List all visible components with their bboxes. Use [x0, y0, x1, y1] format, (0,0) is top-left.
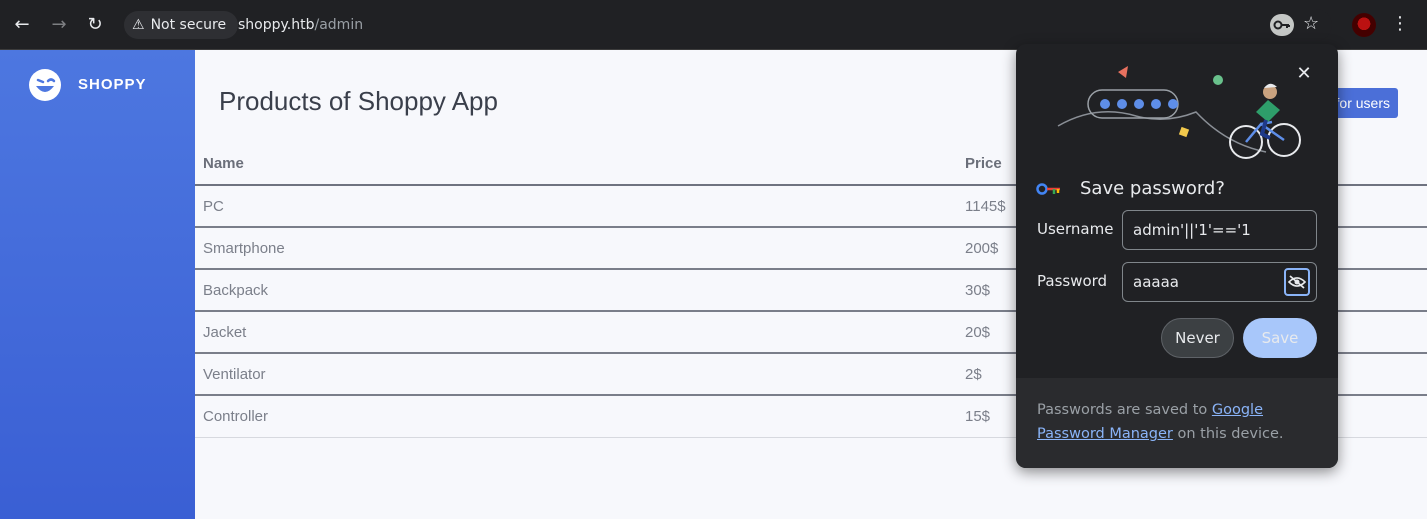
reload-icon[interactable]: ↻ [83, 13, 107, 37]
footer-text-suffix: on this device. [1172, 426, 1284, 442]
product-name: Jacket [195, 311, 957, 354]
page-title: Products of Shoppy App [219, 86, 498, 116]
logo-icon [29, 69, 61, 101]
column-header-name: Name [195, 142, 957, 186]
url-path: /admin [314, 17, 364, 33]
url-text[interactable]: shoppy.htb/admin [238, 9, 363, 41]
dialog-title: Save password? [1080, 178, 1225, 199]
username-label: Username [1037, 220, 1114, 238]
sidebar: SHOPPY [0, 50, 195, 519]
address-bar[interactable]: ⚠ Not secure shoppy.htb/admin [122, 9, 1332, 41]
star-icon[interactable]: ☆ [1303, 12, 1319, 36]
product-name: Backpack [195, 269, 957, 312]
product-name: Smartphone [195, 227, 957, 270]
password-field[interactable]: aaaaa [1122, 262, 1317, 302]
profile-avatar[interactable] [1352, 13, 1376, 37]
username-value: admin'||'1'=='1 [1133, 221, 1251, 239]
product-name: PC [195, 185, 957, 228]
save-button[interactable]: Save [1243, 318, 1317, 358]
password-illustration [1057, 66, 1301, 159]
password-label: Password [1037, 272, 1108, 290]
forward-icon[interactable]: → [47, 13, 71, 37]
password-value: aaaaa [1133, 273, 1179, 291]
never-button[interactable]: Never [1161, 318, 1234, 358]
dialog-footer: Passwords are saved to Google Password M… [1016, 378, 1338, 468]
security-label: Not secure [150, 17, 227, 33]
key-icon[interactable] [1270, 14, 1294, 36]
save-password-dialog: ✕ Save password? Username admin'||'1'=='… [1016, 44, 1338, 468]
product-name: Ventilator [195, 353, 957, 396]
kebab-menu-icon[interactable]: ⋮ [1390, 12, 1410, 36]
back-icon[interactable]: ← [10, 13, 34, 37]
url-host: shoppy.htb [238, 17, 315, 33]
username-field[interactable]: admin'||'1'=='1 [1122, 210, 1317, 250]
product-name: Controller [195, 395, 957, 438]
eye-off-icon [1288, 275, 1306, 289]
close-icon[interactable]: ✕ [1294, 64, 1314, 84]
browser-toolbar: ← → ↻ ⚠ Not secure shoppy.htb/admin ☆ ⋮ [0, 0, 1427, 50]
warning-icon: ⚠ [132, 17, 145, 33]
toggle-password-visibility-button[interactable] [1284, 268, 1310, 296]
dialog-header: Save password? [1036, 178, 1225, 199]
brand-name[interactable]: SHOPPY [78, 76, 147, 93]
security-chip[interactable]: ⚠ Not secure [124, 11, 239, 39]
footer-text-prefix: Passwords are saved to [1037, 402, 1212, 418]
google-key-icon [1036, 182, 1060, 195]
